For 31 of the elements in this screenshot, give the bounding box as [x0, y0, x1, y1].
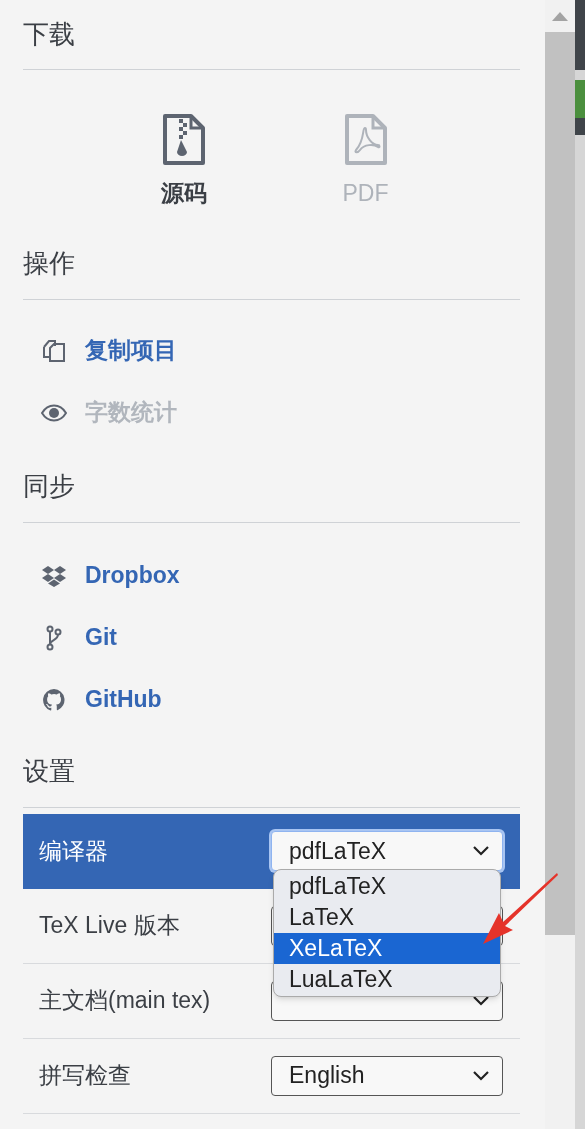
setting-select[interactable]: English — [271, 1055, 503, 1096]
section-title: 操作 — [23, 247, 75, 280]
sync-link[interactable]: Git — [85, 620, 117, 655]
section-title: 同步 — [23, 470, 75, 503]
setting-label: 拼写检查 — [39, 1061, 131, 1091]
sync-link[interactable]: GitHub — [85, 682, 162, 717]
dropbox-icon — [42, 564, 66, 587]
dropdown-option[interactable]: XeLaTeX — [274, 933, 500, 964]
chevron-down-icon — [472, 845, 490, 857]
dropdown-option[interactable]: LuaLaTeX — [274, 964, 500, 995]
sync-link[interactable]: Dropbox — [85, 558, 180, 593]
chevron-down-icon — [472, 994, 490, 1007]
download-option[interactable]: 源码 — [147, 114, 220, 211]
setting-label: TeX Live 版本 — [39, 911, 180, 941]
github-icon — [42, 687, 66, 712]
scroll-up-icon[interactable] — [552, 11, 568, 21]
chevron-down-icon — [472, 1069, 490, 1082]
dropdown-option[interactable]: pdfLaTeX — [274, 871, 500, 902]
section-title: 下载 — [23, 17, 75, 51]
action-link[interactable]: 复制项目 — [85, 333, 177, 368]
zip-file-icon — [161, 114, 206, 166]
setting-label: 编译器 — [39, 836, 108, 866]
git-branch-icon — [45, 624, 63, 651]
editor-toolbar — [575, 0, 585, 70]
pdf-file-icon — [343, 114, 388, 166]
copy-icon — [41, 337, 67, 364]
setting-select[interactable]: pdfLaTeX — [271, 831, 503, 871]
section-title: 设置 — [23, 755, 75, 788]
eye-icon — [41, 403, 67, 422]
setting-label: 主文档(main tex) — [39, 986, 211, 1016]
scrollbar-thumb[interactable] — [545, 32, 575, 935]
